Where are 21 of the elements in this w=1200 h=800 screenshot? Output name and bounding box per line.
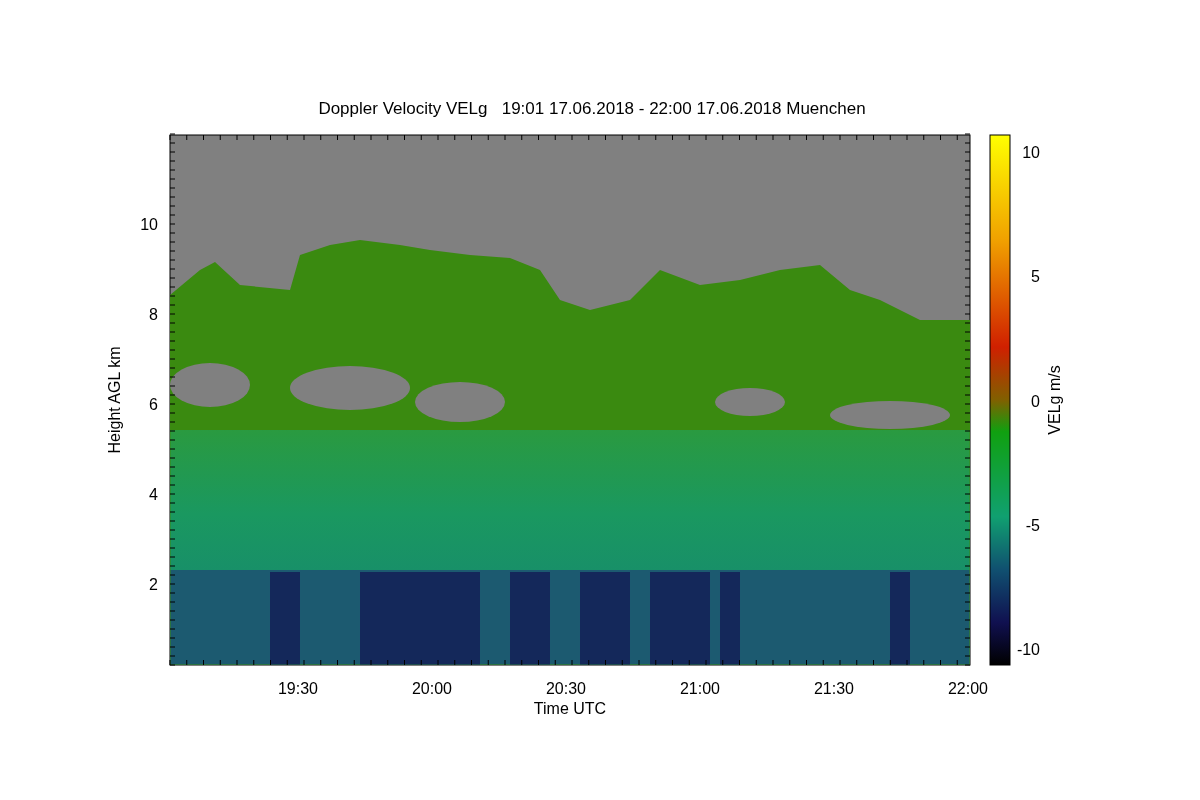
colorbar-tick-label: 10 xyxy=(1022,144,1040,161)
x-tick-label: 21:00 xyxy=(680,680,720,697)
colorbar-tick-label: 0 xyxy=(1031,392,1040,410)
clear-air-patch xyxy=(715,388,785,416)
colorbar-tick-label: -5 xyxy=(1025,516,1040,534)
x-tick-label: 21:30 xyxy=(814,680,854,697)
x-tick-label: 20:00 xyxy=(412,680,452,697)
colorbar-label: VELg m/s xyxy=(1046,365,1063,435)
y-tick-label: 10 xyxy=(140,216,158,233)
plot-title: Doppler Velocity VELg 19:01 17.06.2018 - 22:00 17.06.2018 Muenchen xyxy=(318,99,866,118)
x-tick-label: 22:00 xyxy=(948,680,988,697)
x-tick-label: 19:30 xyxy=(278,680,318,697)
colorbar-tick-label: -10 xyxy=(1016,641,1040,658)
y-tick-label: 8 xyxy=(149,306,158,323)
y-tick-label: 2 xyxy=(149,576,158,593)
colorbar-tick-label: 5 xyxy=(1031,268,1040,286)
y-tick-label: 6 xyxy=(149,396,158,413)
y-axis-label: Height AGL km xyxy=(106,346,123,454)
x-tick-label: 20:30 xyxy=(546,680,586,697)
x-axis-label: Time UTC xyxy=(533,700,607,717)
y-tick-label: 4 xyxy=(149,486,158,503)
